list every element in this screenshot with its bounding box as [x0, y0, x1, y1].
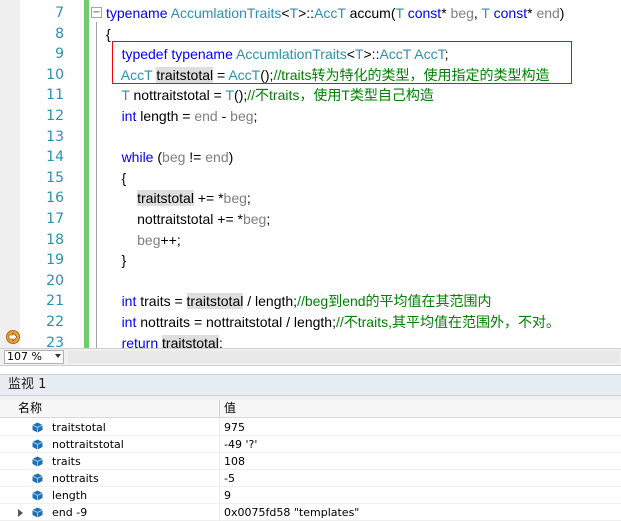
watch-value[interactable]: 108	[224, 453, 245, 470]
line-number: 8	[55, 26, 64, 42]
watch-row[interactable]: nottraits -5	[0, 470, 621, 487]
watch-name[interactable]: nottraits	[52, 470, 99, 487]
line-number: 14	[46, 149, 64, 165]
horizontal-scrollbar[interactable]	[68, 351, 619, 363]
code-line[interactable]: typename AccumlationTraits<T>::AccT accu…	[106, 3, 564, 23]
watch-row[interactable]: length 9	[0, 487, 621, 504]
code-editor[interactable]: 7 8 9 10 11 12 13 14 15 16 17 18 19 20 21 22 23 − typena…	[0, 0, 621, 348]
watch-panel: 监视 1 名称 值 traitstotal 975 nottraitstotal -4…	[0, 366, 621, 521]
code-line[interactable]: T nottraitstotal = T();//不traits，使用T类型自己…	[106, 85, 434, 105]
watch-row[interactable]: nottraitstotal -49 '?'	[0, 436, 621, 453]
column-header-value[interactable]: 值	[224, 400, 236, 418]
code-line[interactable]: while (beg != end)	[106, 147, 234, 167]
variable-icon	[32, 422, 43, 433]
code-line[interactable]: traitstotal += *beg;	[106, 188, 251, 208]
row-separator	[219, 487, 220, 504]
line-number: 17	[46, 211, 64, 227]
watch-value[interactable]: 9	[224, 487, 231, 504]
collapse-outline-icon[interactable]: −	[91, 7, 102, 18]
code-line[interactable]: int traits = traitstotal / length;//beg到…	[106, 291, 492, 311]
line-number: 7	[55, 5, 64, 21]
zoom-level-value: 107 %	[7, 350, 42, 363]
line-number: 13	[46, 129, 64, 145]
watch-value[interactable]: -5	[224, 470, 235, 487]
watch-column-header: 名称 值	[0, 400, 621, 418]
code-line[interactable]: nottraitstotal += *beg;	[106, 209, 270, 229]
code-line[interactable]: }	[106, 250, 127, 270]
zoom-level-select[interactable]: 107 %	[4, 350, 64, 364]
breakpoint-margin[interactable]	[0, 0, 20, 348]
variable-icon	[32, 456, 43, 467]
watch-value[interactable]: 975	[224, 419, 245, 436]
line-number: 9	[55, 46, 64, 62]
variable-icon	[32, 473, 43, 484]
watch-row[interactable]: end -9 0x0075fd58 "templates"	[0, 504, 621, 521]
zoom-bar: 107 %	[0, 348, 621, 366]
variable-icon	[32, 439, 43, 450]
column-header-name[interactable]: 名称	[18, 400, 42, 418]
watch-name[interactable]: nottraitstotal	[52, 436, 124, 453]
chevron-down-icon[interactable]	[55, 354, 61, 358]
current-statement-arrow-icon	[6, 330, 20, 344]
watch-row[interactable]: traits 108	[0, 453, 621, 470]
code-line[interactable]: beg++;	[106, 230, 181, 250]
line-number: 20	[46, 273, 64, 289]
annotation-highlight-box	[112, 41, 572, 84]
watch-name[interactable]: traitstotal	[52, 419, 106, 436]
line-number: 21	[46, 293, 64, 309]
line-number: 22	[46, 314, 64, 330]
line-number: 10	[46, 67, 64, 83]
watch-name[interactable]: traits	[52, 453, 81, 470]
row-separator	[219, 504, 220, 521]
variable-icon	[32, 507, 43, 518]
code-line[interactable]: {	[106, 24, 111, 44]
line-number: 15	[46, 170, 64, 186]
code-line[interactable]: int length = end - beg;	[106, 106, 258, 126]
column-splitter[interactable]	[219, 400, 220, 418]
row-separator	[219, 453, 220, 470]
code-line[interactable]: return traitstotal;	[106, 333, 223, 348]
line-number: 19	[46, 252, 64, 268]
line-number: 11	[46, 87, 64, 103]
row-separator	[219, 436, 220, 453]
line-number: 16	[46, 190, 64, 206]
code-line[interactable]: {	[106, 168, 127, 188]
line-number: 18	[46, 232, 64, 248]
line-number: 12	[46, 108, 64, 124]
expand-arrow-icon[interactable]	[18, 509, 23, 517]
change-tracking-bar	[84, 0, 89, 348]
line-number-gutter: 7 8 9 10 11 12 13 14 15 16 17 18 19 20 21 22 23	[20, 0, 68, 348]
watch-value[interactable]: 0x0075fd58 "templates"	[224, 504, 359, 521]
row-separator	[219, 419, 220, 436]
line-number: 23	[46, 335, 64, 348]
watch-row[interactable]: traitstotal 975	[0, 419, 621, 436]
variable-icon	[32, 490, 43, 501]
watch-name[interactable]: end -9	[52, 504, 87, 521]
watch-name[interactable]: length	[52, 487, 87, 504]
row-separator	[219, 470, 220, 487]
watch-value[interactable]: -49 '?'	[224, 436, 257, 453]
outline-guide-line	[96, 22, 97, 348]
watch-panel-title[interactable]: 监视 1	[0, 374, 621, 396]
code-line[interactable]: int nottraits = nottraitstotal / length;…	[106, 312, 560, 332]
